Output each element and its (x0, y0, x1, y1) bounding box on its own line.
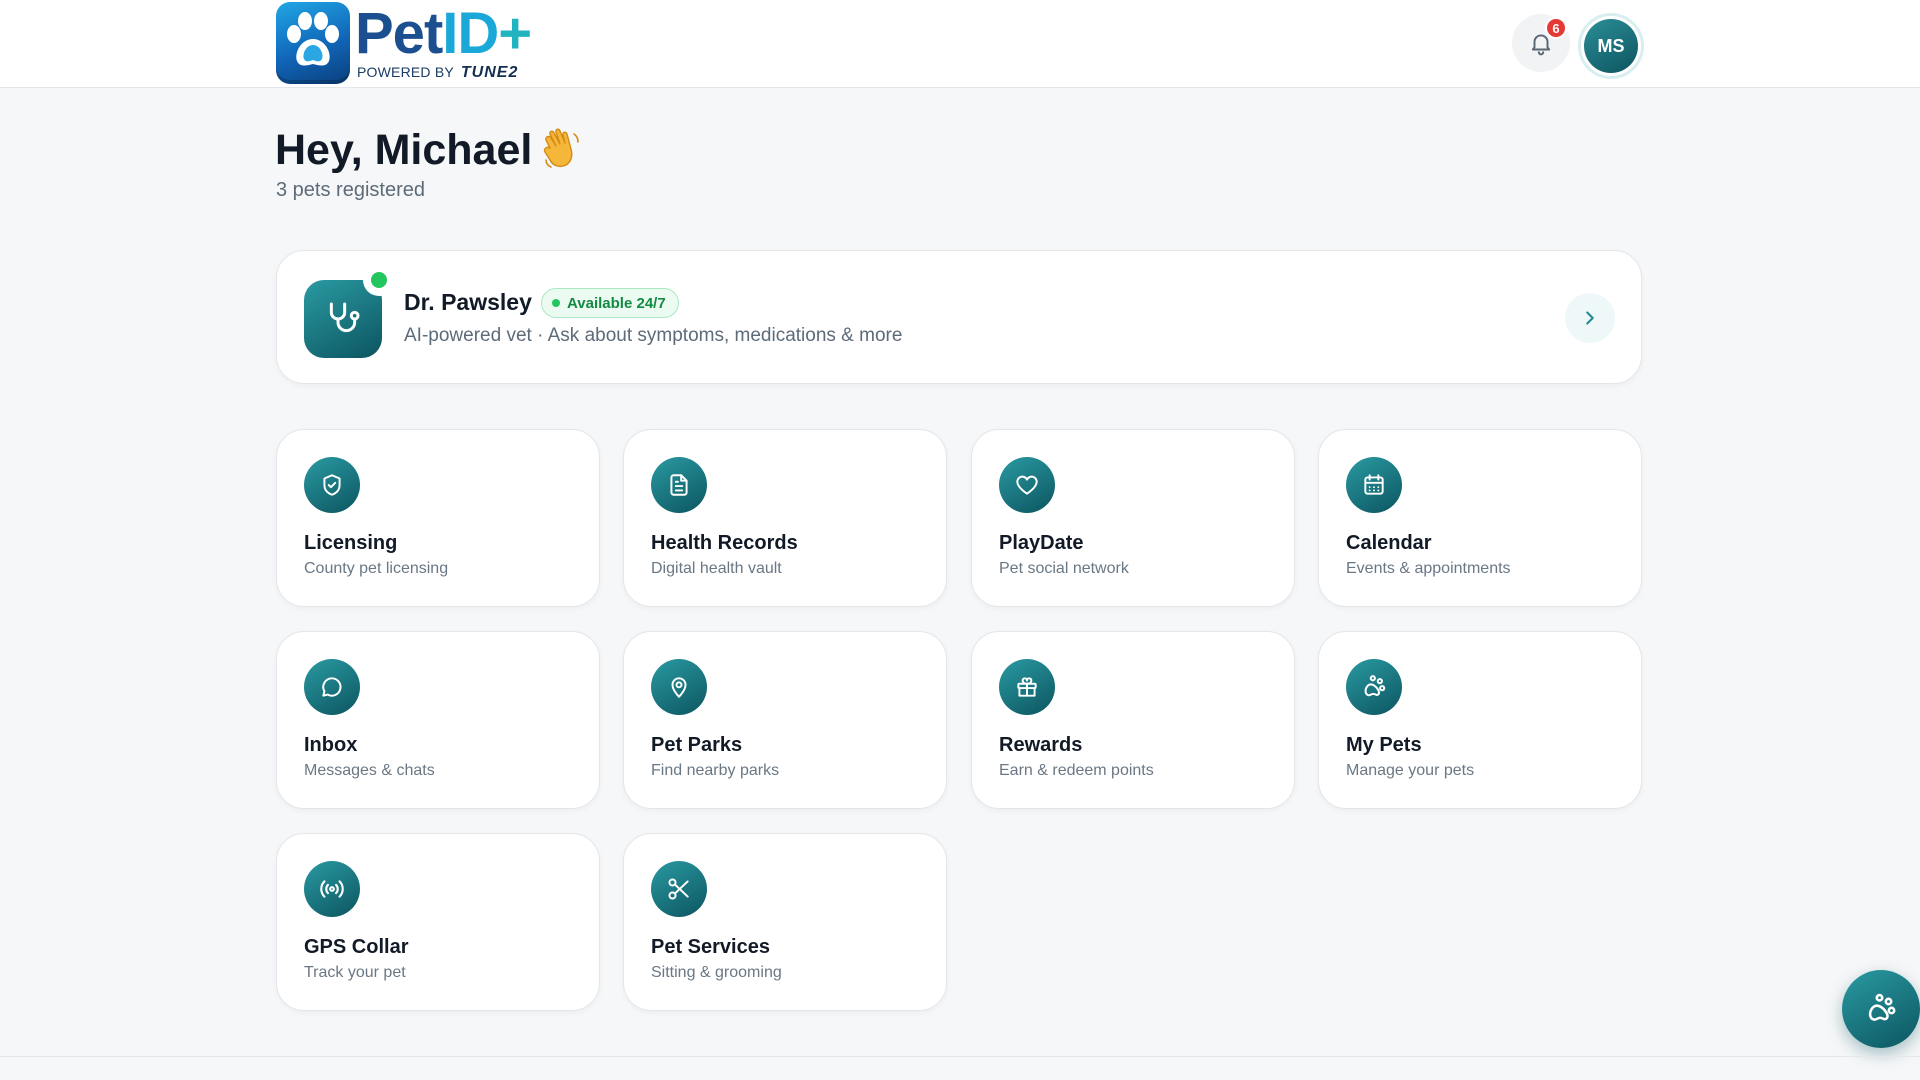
tile-subtitle: Find nearby parks (651, 762, 780, 779)
logo-wordmark: PetID+ (355, 1, 532, 66)
petid-logo[interactable]: PetID+ POWERED BY TUNE2 (276, 1, 532, 84)
paw-logo-icon (276, 2, 350, 84)
tile-my-pets[interactable]: My Pets Manage your pets (1318, 631, 1642, 809)
scissors-icon (651, 861, 707, 917)
tile-title: Inbox (304, 734, 358, 756)
bottom-divider (0, 1056, 1920, 1057)
tile-title: Licensing (304, 532, 398, 554)
heart-icon (999, 457, 1055, 513)
tile-title: Pet Services (651, 936, 770, 958)
notification-count-badge: 6 (1545, 17, 1567, 39)
tile-gps-collar[interactable]: GPS Collar Track your pet (276, 833, 600, 1011)
availability-badge: Available 24/7 (541, 288, 679, 318)
map-pin-icon (651, 659, 707, 715)
tile-subtitle: Pet social network (999, 560, 1129, 577)
paw-icon (1868, 993, 1896, 1021)
waving-hand-icon (540, 126, 582, 175)
logo-tagline: POWERED BY TUNE2 (357, 64, 519, 81)
open-vet-chat-button[interactable] (1565, 293, 1615, 343)
tile-subtitle: Sitting & grooming (651, 964, 782, 981)
paw-icon (1346, 659, 1402, 715)
tile-title: My Pets (1346, 734, 1422, 756)
tile-licensing[interactable]: Licensing County pet licensing (276, 429, 600, 607)
tile-title: PlayDate (999, 532, 1084, 554)
gift-icon (999, 659, 1055, 715)
top-bar: PetID+ POWERED BY TUNE2 6 MS (0, 0, 1920, 88)
calendar-icon (1346, 457, 1402, 513)
avatar-initials: MS (1584, 19, 1638, 73)
tile-pet-services[interactable]: Pet Services Sitting & grooming (623, 833, 947, 1011)
pets-registered-count: 3 pets registered (276, 179, 425, 201)
tile-playdate[interactable]: PlayDate Pet social network (971, 429, 1295, 607)
tile-title: Health Records (651, 532, 798, 554)
tile-pet-parks[interactable]: Pet Parks Find nearby parks (623, 631, 947, 809)
tile-health-records[interactable]: Health Records Digital health vault (623, 429, 947, 607)
radio-signal-icon (304, 861, 360, 917)
online-status-indicator (363, 264, 395, 296)
tile-subtitle: County pet licensing (304, 560, 449, 577)
availability-text: Available 24/7 (567, 294, 666, 312)
tile-title: GPS Collar (304, 936, 409, 958)
shield-check-icon (304, 457, 360, 513)
chevron-right-icon (1586, 311, 1594, 325)
tile-rewards[interactable]: Rewards Earn & redeem points (971, 631, 1295, 809)
tile-inbox[interactable]: Inbox Messages & chats (276, 631, 600, 809)
tile-title: Pet Parks (651, 734, 743, 756)
tile-subtitle: Manage your pets (1346, 762, 1475, 779)
dr-pawsley-card[interactable]: Dr. Pawsley Available 24/7 AI-powered ve… (276, 250, 1642, 384)
vet-name: Dr. Pawsley (404, 289, 532, 315)
user-avatar-button[interactable]: MS (1578, 13, 1644, 79)
document-icon (651, 457, 707, 513)
greeting-title: Hey, Michael (275, 126, 533, 174)
tile-title: Calendar (1346, 532, 1432, 554)
greeting: Hey, Michael (275, 120, 582, 180)
chat-bubble-icon (304, 659, 360, 715)
tile-title: Rewards (999, 734, 1083, 756)
tile-calendar[interactable]: Calendar Events & appointments (1318, 429, 1642, 607)
tile-subtitle: Earn & redeem points (999, 762, 1154, 779)
floating-pets-button[interactable] (1842, 970, 1920, 1048)
vet-description: AI-powered vet · Ask about symptoms, med… (404, 325, 903, 346)
tile-subtitle: Track your pet (304, 964, 406, 981)
tile-subtitle: Digital health vault (651, 560, 782, 577)
tile-subtitle: Events & appointments (1346, 560, 1511, 577)
tile-subtitle: Messages & chats (304, 762, 435, 779)
